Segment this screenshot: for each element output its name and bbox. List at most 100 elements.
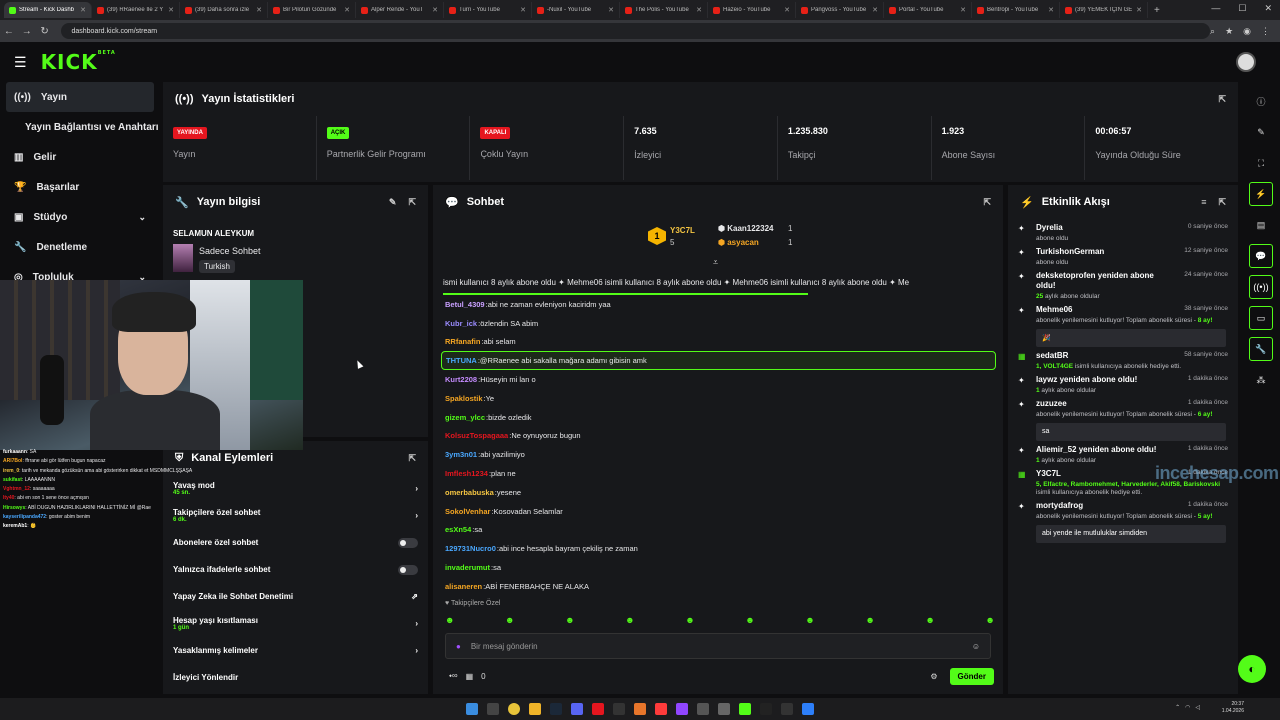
app-icon[interactable] [592,703,604,715]
browser-tab[interactable]: (39) YEMEK İÇİN GE ✕ [1060,2,1148,18]
browser-tab[interactable]: (39) RRaenee İle 2 Y ✕ [92,2,180,18]
action-banned-words[interactable]: Yasaklanmış kelimeler › [163,637,428,664]
browser-tab[interactable]: Portal - YouTube ✕ [884,2,972,18]
close-tab-icon[interactable]: ✕ [520,6,526,14]
emote-icon[interactable]: ☻ [625,615,634,625]
browser-tab[interactable]: Bentropi - YouTube ✕ [972,2,1060,18]
sidebar-item-stream-key[interactable]: Yayın Bağlantısı ve Anahtarı [0,112,160,142]
event-username[interactable]: Aliemir_52 yeniden abone oldu! [1036,445,1171,455]
chat-username[interactable]: Spaklostik [445,394,483,403]
app-icon[interactable] [634,703,646,715]
event-username[interactable]: Y3C7L [1036,469,1171,479]
document-icon[interactable]: ▤ [1249,213,1273,237]
url-field[interactable]: dashboard.kick.com/stream [61,23,1211,39]
app-icon[interactable] [802,703,814,715]
steam-icon[interactable] [550,703,562,715]
browser-tab[interactable]: -Nuxil - YouTube ✕ [532,2,620,18]
discord-icon[interactable] [571,703,583,715]
browser-tab[interactable]: Pangvoss - YouTube ✕ [796,2,884,18]
action-raid[interactable]: İzleyici Yönlendir [163,664,428,691]
user-avatar[interactable] [1236,52,1256,72]
close-tab-icon[interactable]: ✕ [608,6,614,14]
chat-username[interactable]: KolsuzTospagaaa [445,431,508,440]
third-gifter[interactable]: ⬢ asyacan [718,238,759,247]
emote-icon[interactable]: ☻ [505,615,514,625]
emote-icon[interactable]: ☻ [565,615,574,625]
chat-message[interactable]: KolsuzTospagaaa: Ne oynuyoruz bugun [441,427,996,446]
popout-icon[interactable]: ⇱ [1218,94,1226,105]
chrome-icon[interactable] [508,703,520,715]
reload-icon[interactable]: ↻ [36,26,54,37]
obs-icon[interactable] [760,703,772,715]
clock[interactable]: 20:37 1.04.2026 [1222,701,1244,715]
chat-username[interactable]: omerbabuska [445,488,494,497]
browser-tab[interactable]: Bir Pilotun Gözünde ✕ [268,2,356,18]
action-account-age[interactable]: Hesap yaşı kısıtlaması 1 gün › [163,610,428,637]
chat-username[interactable]: alisaneren [445,582,482,591]
browser-tab[interactable]: Hazeio - YouTube ✕ [708,2,796,18]
maximize-icon[interactable]: ☐ [1238,3,1246,14]
windows-start-icon[interactable] [466,703,478,715]
support-chat-button[interactable]: ◐ [1238,655,1266,683]
chat-input[interactable]: ● Bir mesaj gönderin ☺ [445,633,991,659]
close-window-icon[interactable]: ✕ [1264,3,1272,14]
sidebar-item-stream[interactable]: ((•)) Yayın [6,82,154,112]
folder-icon[interactable] [529,703,541,715]
forward-icon[interactable]: → [18,26,36,37]
send-button[interactable]: Gönder [949,667,994,685]
bookmark-star-icon[interactable]: ★ [1225,26,1233,37]
search-icon[interactable] [487,703,499,715]
subscribers-only-toggle[interactable] [398,537,418,548]
action-emote-only[interactable]: Yalnızca ifadelerle sohbet [163,556,428,583]
emoji-picker-icon[interactable]: ☺ [972,642,980,651]
chat-message[interactable]: invaderumut: sa [441,558,996,577]
chat-message[interactable]: THTUNA: @RRaenee abi sakalla mağara adam… [441,351,996,371]
popout-icon[interactable]: ⇱ [1218,197,1226,208]
close-tab-icon[interactable]: ✕ [80,6,86,14]
points-icon[interactable]: ⬩∞ [449,671,458,681]
close-tab-icon[interactable]: ✕ [1048,6,1054,14]
chat-username[interactable]: SokolVenhar [445,507,490,516]
event-username[interactable]: sedatBR [1036,351,1171,361]
emote-icon[interactable]: ☻ [445,615,454,625]
volume-icon[interactable]: ◁ [1195,704,1200,711]
close-tab-icon[interactable]: ✕ [696,6,702,14]
hamburger-menu-icon[interactable]: ☰ [14,54,27,71]
settings-gear-icon[interactable]: ⚙ [930,672,937,681]
browser-tab[interactable]: (39) Daha sonra izle ✕ [180,2,268,18]
chat-username[interactable]: Imflesh1234 [445,469,488,478]
browser-tab[interactable]: Turri - YouTube ✕ [444,2,532,18]
chat-message[interactable]: gizem_ylcc: bizde ozledik [441,408,996,427]
new-tab-button[interactable]: + [1154,5,1160,16]
emote-icon[interactable]: ☻ [805,615,814,625]
popout-icon[interactable]: ⇱ [408,197,416,208]
event-username[interactable]: zuzuzee [1036,399,1171,409]
chevron-up-icon[interactable]: ⌃ [1175,704,1180,711]
emote-icon[interactable]: ☻ [985,615,994,625]
pin-collapse-icon[interactable]: ⩡ [713,257,718,268]
window-icon[interactable]: ▭ [1249,306,1273,330]
chat-message[interactable]: Kubr_ick: özlendin SA abim [441,314,996,333]
chat-message[interactable]: Imflesh1234: plan ne [441,464,996,483]
second-gifter[interactable]: ⬢ Kaan122324 [718,224,773,233]
chat-message[interactable]: omerbabuska: yesene [441,483,996,502]
popout-icon[interactable]: ⇱ [983,197,991,208]
event-username[interactable]: laywz yeniden abone oldu! [1036,375,1171,385]
emote-only-toggle[interactable] [398,564,418,575]
event-username[interactable]: deksketoprofen yeniden abone oldu! [1036,271,1171,291]
chat-username[interactable]: gizem_ylcc [445,413,485,422]
emote-icon[interactable]: ☻ [865,615,874,625]
chat-username[interactable]: THTUNA [446,356,477,365]
wifi-icon[interactable]: ◠ [1185,704,1190,711]
close-tab-icon[interactable]: ✕ [344,6,350,14]
back-icon[interactable]: ← [0,26,18,37]
chat-username[interactable]: esXn54 [445,525,471,534]
emote-icon[interactable]: ☻ [745,615,754,625]
chat-username[interactable]: 3ym3n01 [445,450,477,459]
close-tab-icon[interactable]: ✕ [432,6,438,14]
edit-icon[interactable]: ✎ [1249,120,1273,144]
close-tab-icon[interactable]: ✕ [1136,6,1142,14]
chat-bubble-icon[interactable]: 💬 [1249,244,1273,268]
chat-message[interactable]: Betul_4309: abi ne zaman evleniyon kacir… [441,295,996,314]
wrench-icon[interactable]: 🔧 [1249,337,1273,361]
